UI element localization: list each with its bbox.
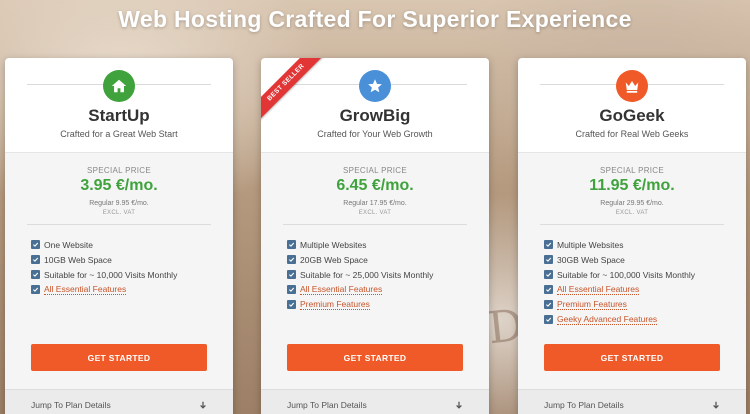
checkbox-icon <box>31 270 40 279</box>
plan-header: GoGeek Crafted for Real Web Geeks <box>518 58 746 152</box>
plan-name: GoGeek <box>599 106 665 125</box>
feature-item: Premium Features <box>287 297 433 312</box>
vat-note: EXCL. VAT <box>615 210 649 216</box>
jump-to-details-link[interactable]: Jump To Plan Details <box>5 389 233 414</box>
feature-item: 20GB Web Space <box>287 252 433 267</box>
feature-item: Suitable for ~ 25,000 Visits Monthly <box>287 267 433 282</box>
ribbon-label: BEST SELLER <box>261 58 327 124</box>
feature-item: Multiple Websites <box>287 237 433 252</box>
feature-item: Premium Features <box>544 297 695 312</box>
feature-link[interactable]: All Essential Features <box>44 284 127 295</box>
page-headline: Web Hosting Crafted For Superior Experie… <box>118 6 632 32</box>
plan-name: StartUp <box>88 106 150 125</box>
divider <box>27 224 211 225</box>
vat-note: EXCL. VAT <box>102 210 136 216</box>
plan-card-startup: StartUp Crafted for a Great Web Start SP… <box>5 58 233 414</box>
feature-link[interactable]: All Essential Features <box>300 284 383 295</box>
jump-to-details-link[interactable]: Jump To Plan Details <box>518 389 746 414</box>
regular-price: Regular 9.95 €/mo. <box>89 200 149 207</box>
plan-card-growbig: GrowBig Crafted for Your Web Growth SPEC… <box>261 58 489 414</box>
plan-price: 6.45 €/mo. <box>336 177 414 194</box>
star-icon <box>359 70 391 102</box>
checkbox-icon <box>31 285 40 294</box>
checkbox-icon <box>544 270 553 279</box>
checkbox-icon <box>544 255 553 264</box>
vat-note: EXCL. VAT <box>358 210 392 216</box>
checkbox-icon <box>287 255 296 264</box>
checkbox-icon <box>287 240 296 249</box>
plan-header: StartUp Crafted for a Great Web Start <box>5 58 233 152</box>
feature-link[interactable]: Geeky Advanced Features <box>557 314 658 325</box>
feature-list: Multiple Websites 30GB Web Space Suitabl… <box>544 237 695 327</box>
feature-item: Multiple Websites <box>544 237 695 252</box>
feature-list: Multiple Websites 20GB Web Space Suitabl… <box>287 237 433 312</box>
feature-item: All Essential Features <box>544 282 695 297</box>
special-price-label: SPECIAL PRICE <box>342 166 408 175</box>
jump-label: Jump To Plan Details <box>31 399 111 410</box>
feature-link[interactable]: Premium Features <box>300 299 370 310</box>
jump-to-details-link[interactable]: Jump To Plan Details <box>261 389 489 414</box>
checkbox-icon <box>544 300 553 309</box>
price-section: SPECIAL PRICE 6.45 €/mo. Regular 17.95 €… <box>261 152 489 392</box>
feature-item: All Essential Features <box>31 282 177 297</box>
feature-item: Suitable for ~ 100,000 Visits Monthly <box>544 267 695 282</box>
checkbox-icon <box>544 240 553 249</box>
feature-item: Suitable for ~ 10,000 Visits Monthly <box>31 267 177 282</box>
plan-tagline: Crafted for a Great Web Start <box>60 129 178 139</box>
plan-card-gogeek: GoGeek Crafted for Real Web Geeks SPECIA… <box>518 58 746 414</box>
divider <box>283 224 467 225</box>
price-section: SPECIAL PRICE 11.95 €/mo. Regular 29.95 … <box>518 152 746 392</box>
feature-list: One Website 10GB Web Space Suitable for … <box>31 237 177 297</box>
feature-item: One Website <box>31 237 177 252</box>
feature-item: All Essential Features <box>287 282 433 297</box>
plan-tagline: Crafted for Real Web Geeks <box>575 129 689 139</box>
plan-price: 11.95 €/mo. <box>589 177 675 194</box>
checkbox-icon <box>287 285 296 294</box>
jump-label: Jump To Plan Details <box>544 399 624 410</box>
checkbox-icon <box>287 270 296 279</box>
crown-icon <box>616 70 648 102</box>
feature-item: 30GB Web Space <box>544 252 695 267</box>
checkbox-icon <box>31 255 40 264</box>
price-section: SPECIAL PRICE 3.95 €/mo. Regular 9.95 €/… <box>5 152 233 392</box>
feature-link[interactable]: All Essential Features <box>557 284 640 295</box>
regular-price: Regular 29.95 €/mo. <box>600 200 664 207</box>
best-seller-ribbon: BEST SELLER <box>261 58 341 138</box>
regular-price: Regular 17.95 €/mo. <box>343 200 407 207</box>
checkbox-icon <box>31 240 40 249</box>
arrow-down-icon <box>200 401 206 409</box>
feature-item: Geeky Advanced Features <box>544 312 695 327</box>
feature-item: 10GB Web Space <box>31 252 177 267</box>
checkbox-icon <box>287 300 296 309</box>
feature-link[interactable]: Premium Features <box>557 299 627 310</box>
special-price-label: SPECIAL PRICE <box>599 166 665 175</box>
arrow-down-icon <box>456 401 462 409</box>
jump-label: Jump To Plan Details <box>287 399 367 410</box>
get-started-button[interactable]: GET STARTED <box>544 344 720 371</box>
home-icon <box>103 70 135 102</box>
plan-price: 3.95 €/mo. <box>80 177 158 194</box>
checkbox-icon <box>544 315 553 324</box>
arrow-down-icon <box>713 401 719 409</box>
divider <box>540 224 724 225</box>
checkbox-icon <box>544 285 553 294</box>
special-price-label: SPECIAL PRICE <box>86 166 152 175</box>
get-started-button[interactable]: GET STARTED <box>287 344 463 371</box>
get-started-button[interactable]: GET STARTED <box>31 344 207 371</box>
